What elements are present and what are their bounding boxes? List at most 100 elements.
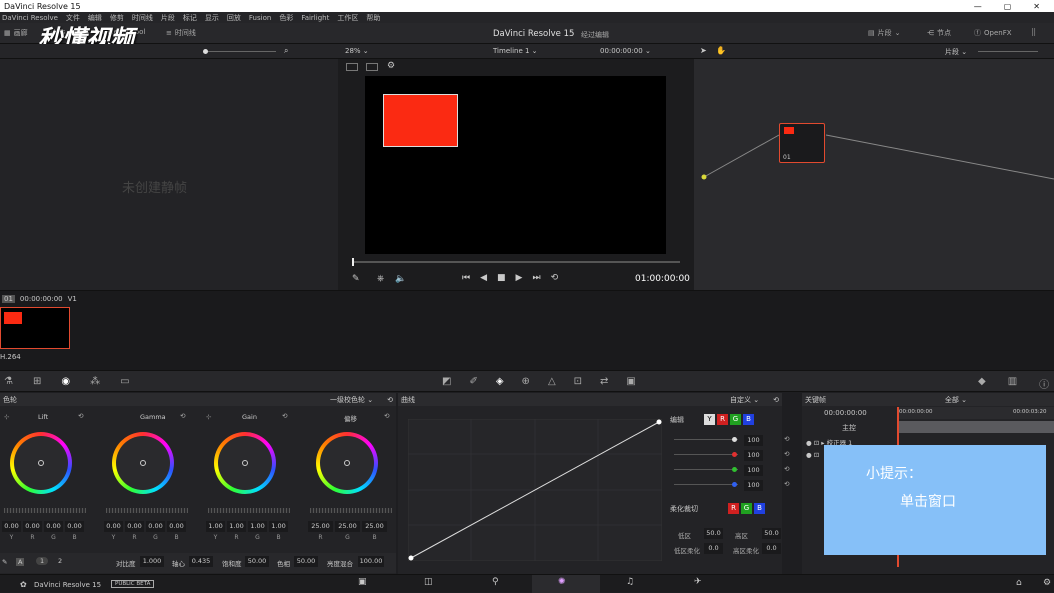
slider-dot[interactable] (732, 437, 737, 442)
wheel-value-field[interactable]: 0.00 (2, 521, 21, 532)
row-reset-icon[interactable]: ⟲ (784, 450, 789, 458)
curve-graph[interactable] (408, 419, 662, 561)
wheel-value-field[interactable]: 0.00 (104, 521, 123, 532)
wheel-value-field[interactable]: 25.00 (335, 521, 360, 532)
wheel-value-field[interactable]: 0.00 (44, 521, 63, 532)
intensity-slider[interactable] (674, 439, 738, 440)
home-icon[interactable]: ⌂ (1016, 578, 1022, 588)
contrast-field[interactable]: 1.000 (140, 556, 164, 567)
high-field[interactable]: 50.0 (762, 528, 781, 539)
slider-handle[interactable] (203, 49, 208, 54)
highlight-icon[interactable]: ⚙ (387, 61, 395, 71)
edit-page-icon[interactable]: ◫ (424, 577, 433, 587)
lum-mix-field[interactable]: 100.00 (358, 556, 384, 567)
curve-start-point[interactable] (408, 419, 410, 421)
color-page-tab[interactable] (532, 575, 600, 593)
menu-item-12[interactable]: 工作区 (337, 13, 358, 23)
low-field[interactable]: 50.0 (704, 528, 723, 539)
page-1-button[interactable]: 1 (36, 557, 49, 565)
info-icon[interactable]: ⓘ (1039, 376, 1049, 391)
intensity-slider[interactable] (674, 484, 738, 485)
saturation-field[interactable]: 50.00 (245, 556, 269, 567)
reset-icon[interactable]: ⟲ (773, 396, 779, 404)
low-soft-field[interactable]: 0.0 (704, 543, 723, 554)
nodes-button[interactable]: ⋲ 节点 (927, 28, 951, 38)
node-editor[interactable]: 01 (694, 59, 1054, 290)
menu-item-4[interactable]: 时间线 (132, 13, 153, 23)
clip-thumbnail[interactable] (0, 307, 70, 349)
pointer-icon[interactable]: ➤ (700, 46, 707, 55)
keyframe-ruler[interactable]: 00:00:00:00 00:00:03:20 (897, 407, 1054, 419)
menu-item-7[interactable]: 显示 (205, 13, 219, 23)
soft-r-button[interactable]: R (728, 503, 739, 514)
wheel-master-slider[interactable] (208, 508, 290, 513)
menu-item-8[interactable]: 回放 (227, 13, 241, 23)
playhead[interactable] (352, 258, 354, 266)
layer-icon[interactable]: ⎈ (377, 274, 384, 284)
corrector-row-2[interactable]: ● ⊡ (806, 451, 819, 459)
gallery-zoom-slider[interactable] (206, 51, 276, 52)
fusion-page-icon[interactable]: ⚲ (492, 577, 499, 587)
page-2-button[interactable]: 2 (54, 557, 66, 565)
wheel-center-handle[interactable] (140, 460, 146, 466)
close-icon[interactable]: ✕ (1033, 2, 1040, 11)
reset-icon[interactable]: ⟲ (387, 396, 393, 404)
gallery-tab[interactable]: ▦ 画廊 (4, 28, 28, 38)
volume-icon[interactable]: 🔈 (395, 274, 406, 284)
node-zoom-slider[interactable] (978, 51, 1038, 52)
channel-y-button[interactable]: Y (704, 414, 715, 425)
split-icon[interactable] (366, 63, 378, 71)
maximize-icon[interactable]: ▢ (1004, 2, 1012, 11)
curves-icon[interactable]: ◩ (442, 376, 451, 387)
timeline-tab[interactable]: ≡ 时间线 (166, 28, 196, 38)
qualifier-icon[interactable]: ✐ (469, 376, 477, 387)
window-icon[interactable]: ◈ (496, 376, 504, 387)
timeline-dropdown[interactable]: Timeline 1 ⌄ (493, 47, 538, 55)
media-page-icon[interactable]: ▣ (358, 577, 367, 587)
gear-icon[interactable]: ⚙ (1043, 578, 1051, 588)
soft-b-button[interactable]: B (754, 503, 765, 514)
color-wheels-icon[interactable]: ◉ (61, 376, 70, 387)
wheel-value-field[interactable]: 1.00 (269, 521, 288, 532)
intensity-slider[interactable] (674, 454, 738, 455)
channel-b-button[interactable]: B (743, 414, 754, 425)
curves-mode-dropdown[interactable]: 自定义 ⌄ (730, 395, 759, 405)
intensity-field[interactable]: 100 (744, 435, 763, 446)
fairlight-page-icon[interactable]: ♫ (626, 577, 634, 587)
wheel-value-field[interactable]: 0.00 (146, 521, 165, 532)
hand-icon[interactable]: ✋ (716, 46, 726, 55)
wheel-value-field[interactable]: 1.00 (248, 521, 267, 532)
crosshair-icon[interactable]: ⊹ (206, 413, 211, 421)
rgb-mixer-icon[interactable]: ⁂ (90, 376, 100, 387)
wheel-center-handle[interactable] (38, 460, 44, 466)
3d-icon[interactable]: ▣ (626, 376, 635, 387)
reverse-icon[interactable]: ◀ (480, 273, 487, 283)
row-reset-icon[interactable]: ⟲ (784, 465, 789, 473)
intensity-slider[interactable] (674, 469, 738, 470)
viewer-scrubber[interactable] (352, 261, 680, 263)
picker-icon[interactable]: ✎ (352, 274, 360, 284)
blur-icon[interactable]: △ (548, 376, 556, 387)
menu-item-6[interactable]: 标记 (183, 13, 197, 23)
intensity-field[interactable]: 100 (744, 450, 763, 461)
picker-icon[interactable]: ✎ (2, 558, 7, 566)
row-reset-icon[interactable]: ⟲ (784, 435, 789, 443)
wheel-master-slider[interactable] (106, 508, 188, 513)
wheels-mode-dropdown[interactable]: 一级校色轮 ⌄ (330, 395, 373, 405)
wheel-master-slider[interactable] (4, 508, 86, 513)
viewer-timecode-top[interactable]: 00:00:00:00 ⌄ (600, 47, 651, 55)
camera-raw-icon[interactable]: ⚗ (4, 376, 13, 387)
channel-g-button[interactable]: G (730, 414, 741, 425)
wheel-center-handle[interactable] (344, 460, 350, 466)
channel-r-button[interactable]: R (717, 414, 728, 425)
crosshair-icon[interactable]: ⊹ (4, 413, 9, 421)
wheel-reset-icon[interactable]: ⟲ (180, 412, 185, 420)
pivot-field[interactable]: 0.435 (189, 556, 213, 567)
menu-item-10[interactable]: 色彩 (279, 13, 293, 23)
wheel-master-slider[interactable] (310, 508, 392, 513)
play-icon[interactable]: ▶ (516, 273, 523, 283)
minimize-icon[interactable]: — (974, 2, 982, 11)
keyframes-mode-dropdown[interactable]: 全部 ⌄ (945, 395, 967, 405)
wheel-value-field[interactable]: 0.00 (125, 521, 144, 532)
wheel-value-field[interactable]: 1.00 (206, 521, 225, 532)
